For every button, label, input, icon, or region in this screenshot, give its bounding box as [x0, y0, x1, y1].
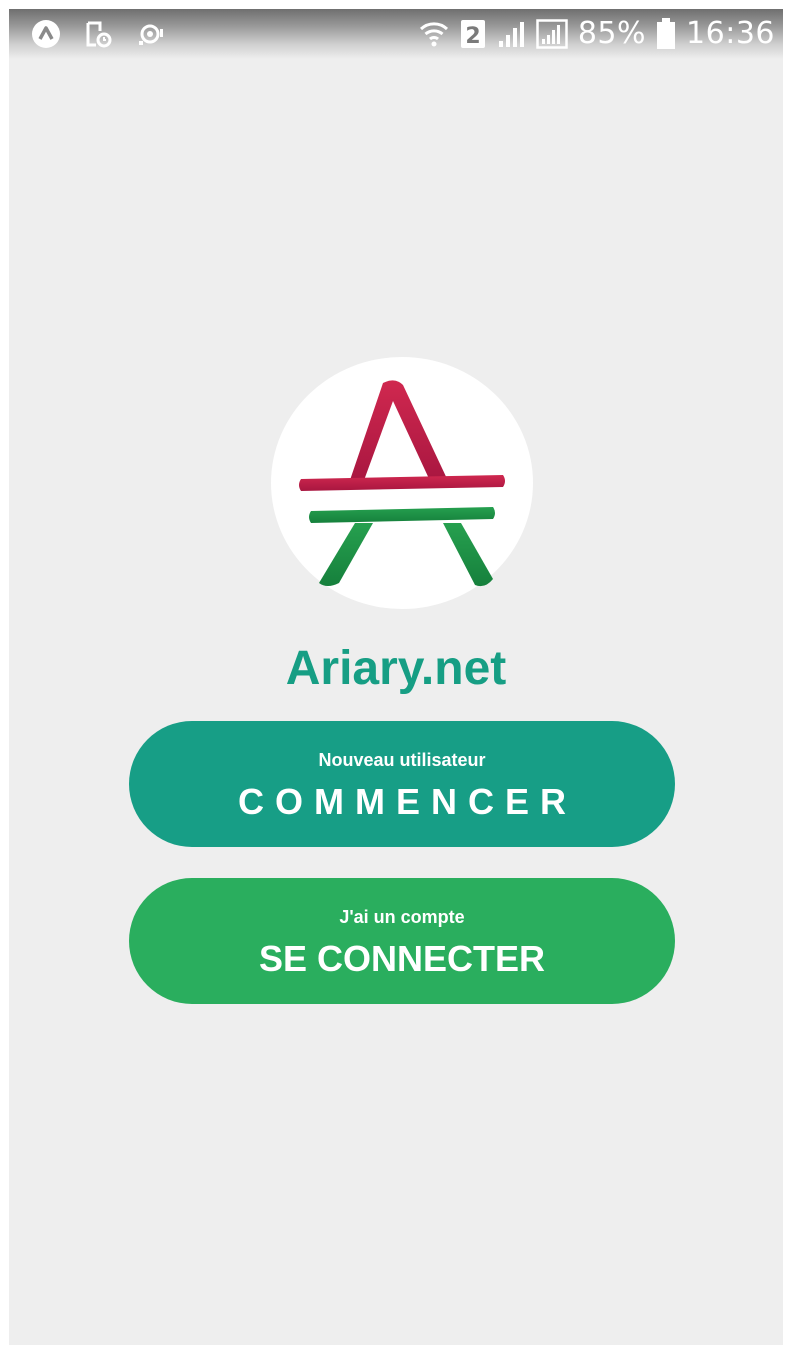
- screenshot-icon: [83, 19, 113, 49]
- status-bar: 2 85% 16:36: [9, 9, 783, 59]
- sim-slot-number: 2: [465, 24, 480, 49]
- login-button-label: SE CONNECTER: [258, 938, 546, 979]
- login-button[interactable]: J'ai un compte SE CONNECTER: [129, 878, 675, 1004]
- brand-title: Ariary.net: [285, 642, 507, 695]
- battery-percent: 85%: [577, 16, 647, 51]
- app-a-icon: [31, 19, 61, 49]
- system-indicators: 2 85% 16:36: [418, 17, 775, 51]
- start-button-label: COMMENCER: [238, 781, 577, 822]
- signal-icon-2: [536, 19, 568, 49]
- voicemail-icon: [135, 19, 165, 49]
- app-logo: [271, 357, 533, 609]
- notification-icons: [31, 19, 165, 49]
- signal-icon: [496, 19, 526, 49]
- start-button[interactable]: Nouveau utilisateur COMMENCER: [129, 721, 675, 847]
- start-button-subtitle: Nouveau utilisateur: [318, 750, 486, 770]
- battery-icon: [656, 18, 676, 50]
- app-screen: 2 85% 16:36 Ariary.net Nouveau utilisate…: [9, 9, 783, 1345]
- sim-2-icon: 2: [460, 19, 486, 49]
- login-button-subtitle: J'ai un compte: [339, 907, 465, 927]
- clock: 16:36: [686, 16, 775, 51]
- wifi-icon: [418, 18, 450, 50]
